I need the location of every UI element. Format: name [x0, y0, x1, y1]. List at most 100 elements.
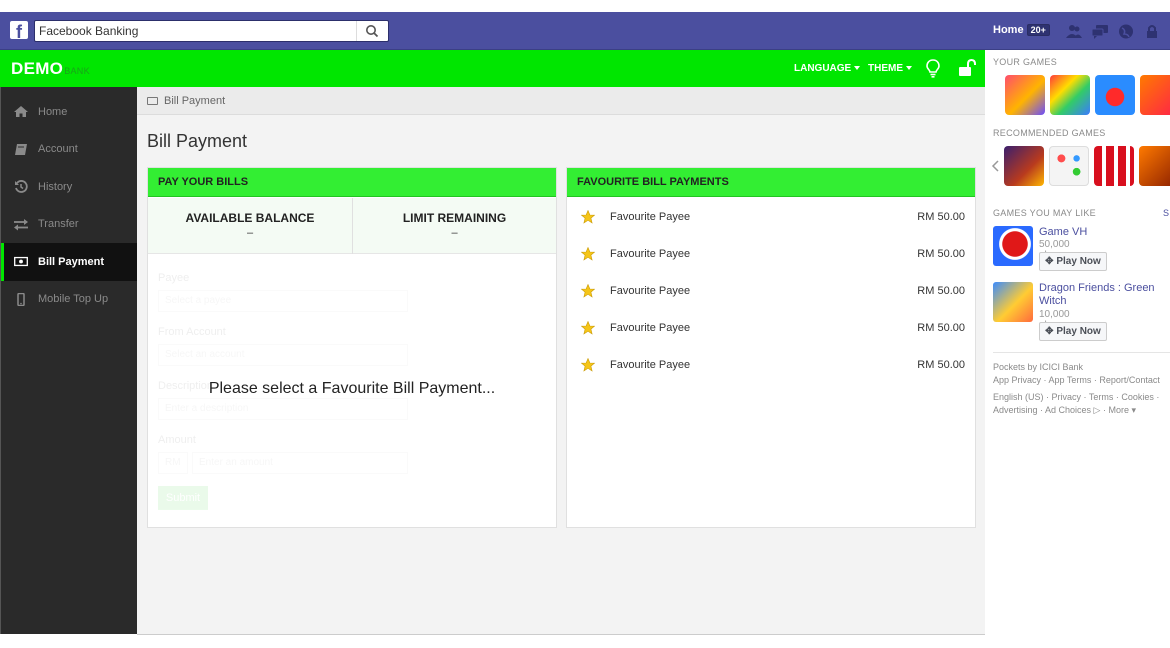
facebook-right-column: YOUR GAMES RECOMMENDED GAMES GAMES YOU M…	[985, 50, 1170, 648]
globe-notifications-icon[interactable]	[1118, 24, 1134, 39]
home-icon	[14, 106, 28, 118]
game-thumbnail-icon[interactable]	[993, 282, 1033, 322]
favourite-payee-row[interactable]: Favourite Payee RM 50.00	[567, 346, 975, 383]
messages-icon[interactable]	[1092, 24, 1108, 39]
limit-remaining: LIMIT REMAINING –	[352, 198, 556, 254]
play-now-label: Play Now	[1056, 326, 1101, 337]
game-tile-icon[interactable]	[1049, 146, 1089, 186]
favourite-bill-payments-panel: FAVOURITE BILL PAYMENTS Favourite Payee …	[566, 167, 976, 528]
footer-links[interactable]: English (US) · Privacy · Terms · Cookies…	[993, 391, 1170, 404]
available-balance-label: AVAILABLE BALANCE	[185, 211, 315, 225]
main-content: Bill Payment Bill Payment PAY YOUR BILLS…	[137, 87, 985, 634]
submit-button[interactable]: Submit	[158, 486, 208, 510]
star-icon	[581, 283, 595, 298]
payee-name: Favourite Payee	[610, 284, 691, 297]
game-title[interactable]: Dragon Friends : Green Witch	[1039, 282, 1170, 308]
games-you-may-like-heading: GAMES YOU MAY LIKE	[993, 208, 1096, 218]
divider	[993, 352, 1170, 353]
footer-links-2[interactable]: Advertising · Ad Choices ▷ · More ▾	[993, 404, 1170, 417]
star-icon	[581, 209, 595, 224]
star-icon	[581, 357, 595, 372]
theme-menu[interactable]: THEME	[868, 63, 912, 74]
sidebar-item-label: Home	[38, 105, 68, 118]
book-icon	[15, 143, 27, 155]
game-title[interactable]: Game VH	[1039, 226, 1170, 239]
facebook-search-box[interactable]	[34, 20, 389, 42]
your-games-heading: YOUR GAMES	[993, 57, 1058, 67]
favourite-payee-row[interactable]: Favourite Payee RM 50.00	[567, 235, 975, 272]
bank-app-header: DEMOBANK LANGUAGE THEME	[0, 50, 985, 87]
amount-field[interactable]: Enter an amount	[192, 452, 408, 474]
transfer-icon	[14, 218, 28, 231]
lightbulb-icon[interactable]	[926, 59, 940, 78]
facebook-logo-icon[interactable]: f	[10, 21, 28, 39]
sidebar-item-home[interactable]: Home	[1, 93, 137, 131]
sidebar-item-transfer[interactable]: Transfer	[1, 206, 137, 244]
favourite-payee-row[interactable]: Favourite Payee RM 50.00	[567, 272, 975, 309]
chevron-left-icon[interactable]	[991, 160, 999, 172]
game-controller-icon: ✥	[1045, 326, 1057, 337]
see-all-link[interactable]: S	[1163, 208, 1169, 218]
description-field[interactable]: Enter a description	[158, 398, 408, 420]
game-tile-icon[interactable]	[1005, 75, 1045, 115]
game-thumbnail-icon[interactable]	[993, 226, 1033, 266]
facebook-top-bar: f Home20+	[0, 12, 1170, 50]
home-link[interactable]: Home 20+	[993, 24, 1050, 36]
footer-app-links[interactable]: App Privacy · App Terms · Report/Contact	[993, 374, 1170, 387]
notification-icons	[1066, 24, 1160, 39]
play-now-button[interactable]: ✥ Play Now	[1039, 322, 1107, 341]
divider	[137, 634, 985, 635]
brand-name: DEMO	[11, 59, 64, 78]
star-icon	[581, 320, 595, 335]
payee-amount: RM 50.00	[917, 247, 965, 260]
available-balance-value: –	[246, 227, 254, 239]
sidebar-item-label: Account	[38, 143, 78, 156]
money-icon	[14, 257, 28, 267]
search-input[interactable]	[39, 24, 349, 38]
sidebar-item-bill-payment[interactable]: Bill Payment	[1, 243, 137, 281]
recommended-games-heading: RECOMMENDED GAMES	[993, 128, 1106, 138]
payee-name: Favourite Payee	[610, 321, 691, 334]
language-menu[interactable]: LANGUAGE	[794, 63, 861, 74]
game-tile-icon[interactable]	[1139, 146, 1170, 186]
payee-label: Payee	[158, 272, 190, 284]
payee-select[interactable]: Select a payee	[158, 290, 408, 312]
footer-app-name[interactable]: Pockets by ICICI Bank	[993, 361, 1170, 374]
payee-name: Favourite Payee	[610, 210, 691, 223]
brand-sub: BANK	[64, 66, 90, 76]
play-now-button[interactable]: ✥ Play Now	[1039, 252, 1107, 271]
lock-settings-icon[interactable]	[1144, 24, 1160, 39]
history-icon	[15, 180, 28, 194]
sidebar-item-account[interactable]: Account	[1, 131, 137, 169]
payee-name: Favourite Payee	[610, 358, 691, 371]
from-account-label: From Account	[158, 326, 226, 338]
game-tile-icon[interactable]	[1095, 75, 1135, 115]
game-tile-icon[interactable]	[1004, 146, 1044, 186]
select-favourite-message: Please select a Favourite Bill Payment..…	[208, 380, 496, 397]
bank-logo[interactable]: DEMOBANK	[11, 59, 90, 79]
sidebar: Home Account History Transfer Bill Payme…	[0, 87, 137, 634]
favourite-payee-row[interactable]: Favourite Payee RM 50.00	[567, 309, 975, 346]
sidebar-item-mobile-top-up[interactable]: Mobile Top Up	[1, 281, 137, 319]
friend-requests-icon[interactable]	[1066, 24, 1082, 39]
star-icon	[581, 246, 595, 261]
game-controller-icon: ✥	[1045, 256, 1057, 267]
pay-bills-heading: PAY YOUR BILLS	[148, 168, 556, 197]
chevron-down-icon	[854, 66, 861, 71]
payee-amount: RM 50.00	[917, 210, 965, 223]
game-tile-icon[interactable]	[1094, 146, 1134, 186]
search-button[interactable]	[356, 21, 388, 41]
breadcrumb-current[interactable]: Bill Payment	[164, 95, 225, 107]
favourite-payee-row[interactable]: Favourite Payee RM 50.00	[567, 198, 975, 235]
unlock-icon[interactable]	[958, 59, 976, 77]
from-account-select[interactable]: Select an account	[158, 344, 408, 366]
theme-label: THEME	[868, 63, 903, 74]
game-tile-icon[interactable]	[1140, 75, 1170, 115]
payee-amount: RM 50.00	[917, 358, 965, 371]
sidebar-item-history[interactable]: History	[1, 168, 137, 206]
chevron-down-icon	[906, 66, 912, 71]
play-now-label: Play Now	[1056, 256, 1101, 267]
game-tile-icon[interactable]	[1050, 75, 1090, 115]
balance-summary: AVAILABLE BALANCE – LIMIT REMAINING –	[148, 198, 556, 254]
payee-name: Favourite Payee	[610, 247, 691, 260]
